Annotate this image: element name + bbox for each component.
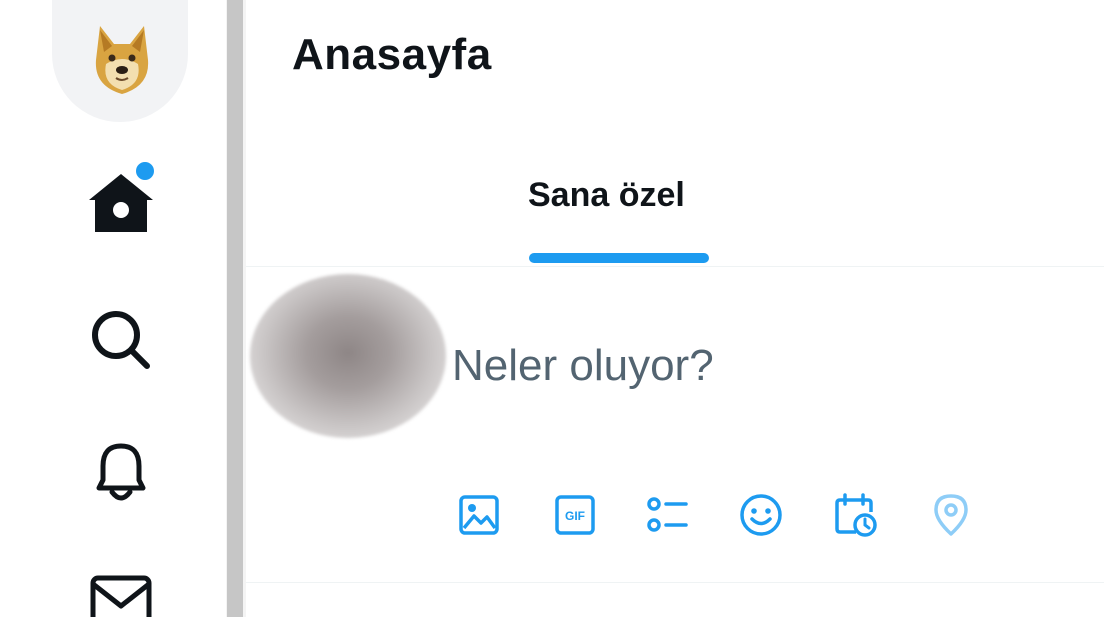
main-column: Anasayfa Sana özel GIF — [246, 0, 1104, 617]
image-icon[interactable] — [456, 492, 502, 538]
compose-input[interactable] — [452, 334, 1012, 398]
divider — [246, 582, 1104, 583]
gif-icon[interactable]: GIF — [552, 492, 598, 538]
scrollbar-thumb[interactable] — [227, 0, 243, 617]
search-icon[interactable] — [85, 304, 157, 376]
divider — [246, 266, 1104, 267]
emoji-icon[interactable] — [738, 492, 784, 538]
location-icon[interactable] — [928, 492, 974, 538]
avatar[interactable] — [250, 274, 446, 438]
gif-label: GIF — [565, 509, 585, 523]
sidebar-nav — [0, 0, 226, 617]
page-title: Anasayfa — [292, 30, 492, 79]
tab-active-indicator — [529, 253, 709, 263]
bell-icon[interactable] — [85, 436, 157, 508]
tab-for-you[interactable]: Sana özel — [528, 176, 685, 215]
schedule-icon[interactable] — [832, 492, 878, 538]
mail-icon[interactable] — [85, 568, 157, 617]
page: Anasayfa Sana özel GIF — [0, 0, 1104, 617]
poll-icon[interactable] — [644, 492, 690, 538]
doge-logo-icon — [95, 26, 149, 94]
notification-dot — [134, 160, 156, 182]
